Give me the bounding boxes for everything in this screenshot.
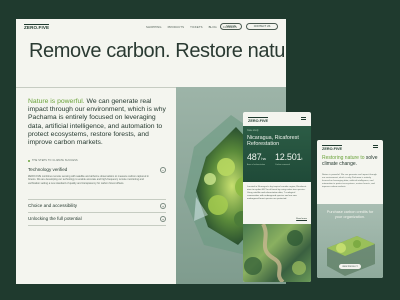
menu-icon[interactable]: [301, 117, 306, 120]
nav-link-shopping[interactable]: SHOPPING: [146, 25, 162, 29]
bullet-dot-icon: [28, 159, 30, 162]
hero-title: Remove carbon. Restore nature.: [29, 40, 286, 62]
cta-panel: Purchase carbon credits for your organiz…: [317, 204, 383, 278]
brand-logo[interactable]: ZERO.FIVE: [248, 117, 269, 123]
accordion-title: Unlocking the full potential: [28, 216, 82, 221]
mobile-case-study-screen: ZERO.FIVE Case study Nicaragua, Ricafore…: [243, 112, 311, 282]
stat-value: 487: [247, 152, 262, 162]
expand-icon[interactable]: +: [160, 216, 166, 222]
accordion-title: Choice and accessibility: [28, 203, 78, 208]
read-more-link[interactable]: Read more: [296, 218, 307, 220]
sign-in-button[interactable]: SIGN IN: [220, 23, 242, 30]
stat-label: Carbon removed: [275, 164, 290, 166]
stat-unit: ha: [261, 156, 266, 161]
accordion-item-potential[interactable]: Unlocking the full potential +: [28, 216, 166, 226]
accordion-title: Technology verified: [28, 167, 68, 172]
aerial-landscape-image: [243, 223, 311, 282]
case-study-tag: Case study: [247, 130, 259, 132]
mobile-home-screen: ZERO.FIVE Restoring nature to solve clim…: [317, 140, 383, 278]
case-study-title: Nicaragua, Ricaforest Reforestation: [247, 135, 299, 147]
stat-value: 12.501: [275, 152, 302, 162]
intro-accent: Nature is powerful.: [28, 98, 85, 105]
top-nav: ZERO.FIVE SHOPPING PRODUCTS TICKETS BLOG…: [16, 19, 286, 35]
expand-icon[interactable]: +: [160, 203, 166, 209]
intro-paragraph: Nature is powerful. We can generate real…: [28, 98, 166, 147]
brand-logo[interactable]: ZERO.FIVE: [24, 23, 50, 31]
mobile-hero-title: Restoring nature to solve climate change…: [322, 155, 378, 168]
nav-link-tickets[interactable]: TICKETS: [190, 25, 203, 29]
features-label: THE STEPS TO CLIMATE SUCCESS: [28, 159, 78, 162]
stat-label: Area of reforestation: [247, 164, 266, 166]
case-study-description: Located in Nicaragua's dry tropical corr…: [247, 186, 307, 200]
cta-text: Purchase carbon credits for your organiz…: [326, 210, 374, 219]
mobile-description: Nature is powerful. We can generate real…: [322, 174, 377, 188]
accordion-item-choice[interactable]: Choice and accessibility +: [28, 203, 166, 213]
nav-link-products[interactable]: PRODUCTS: [168, 25, 185, 29]
nav-link-blog[interactable]: BLOG: [209, 25, 217, 29]
contact-us-button[interactable]: CONTACT US: [246, 23, 278, 30]
stat-carbon: 12.501t Carbon removed: [275, 152, 303, 167]
collapse-icon[interactable]: −: [160, 167, 166, 173]
menu-icon[interactable]: [373, 145, 378, 148]
view-product-button[interactable]: VIEW PRODUCT: [339, 264, 361, 269]
aerial-river-illustration: [244, 223, 306, 282]
case-study-hero: Case study Nicaragua, Ricaforest Refores…: [243, 126, 311, 182]
accordion-item-technology[interactable]: Technology verified ZERO.FIVE combines r…: [28, 167, 166, 200]
features-label-text: THE STEPS TO CLIMATE SUCCESS: [32, 159, 78, 162]
stat-area: 487ha Area of reforestation: [247, 152, 266, 167]
accordion-body: ZERO.FIVE combines remote sensing with s…: [28, 175, 149, 185]
intro-text: We can generate real impact through our …: [28, 98, 166, 147]
brand-logo[interactable]: ZERO.FIVE: [322, 145, 343, 151]
stat-unit: t: [301, 156, 303, 161]
